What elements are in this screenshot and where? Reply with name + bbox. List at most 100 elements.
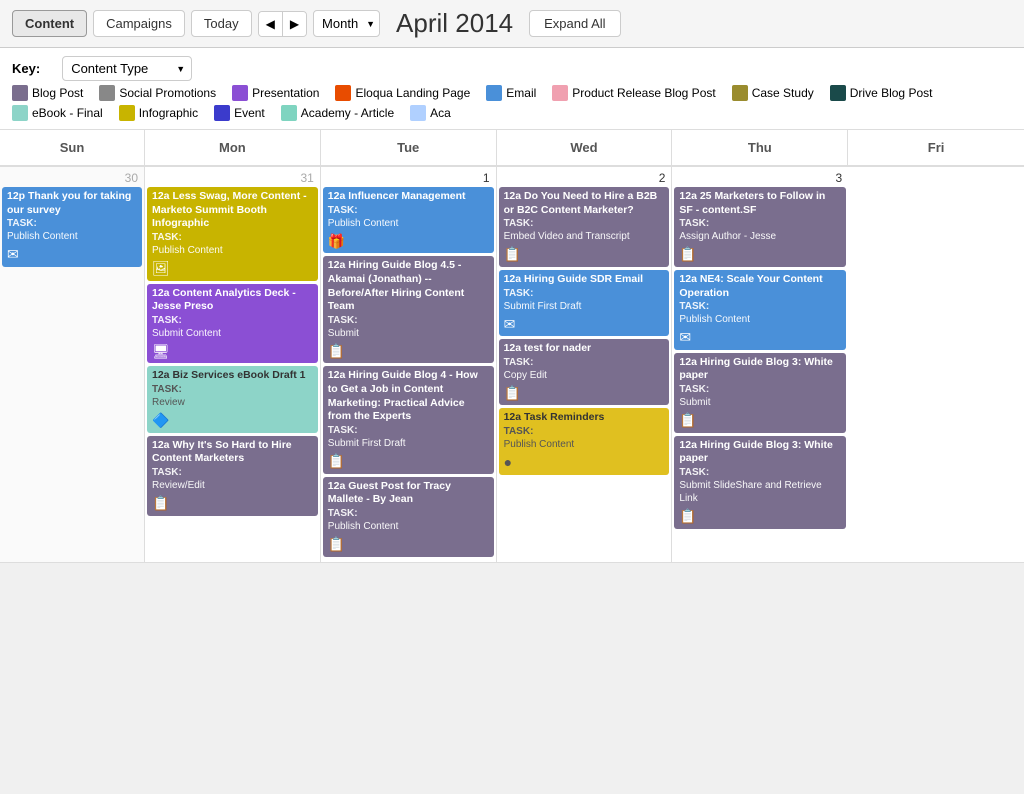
legend-event: Event — [214, 105, 265, 121]
prblog-label: Product Release Blog Post — [572, 86, 715, 100]
task-value: Embed Video and Transcript — [504, 230, 665, 243]
clipboard-icon: 📋 — [328, 535, 345, 553]
task-value: Submit — [679, 396, 841, 409]
event-time: 12a — [679, 356, 697, 368]
cell-thu-3[interactable]: 3 12a 25 Marketers to Follow in SF - con… — [672, 167, 848, 563]
aca-label: Aca — [430, 106, 451, 120]
event-title: NE4: Scale Your Content Operation — [679, 273, 822, 299]
drive-blog-swatch — [830, 85, 846, 101]
legend-drive-blog: Drive Blog Post — [830, 85, 933, 101]
task-value: Publish Content — [328, 520, 489, 533]
task-label: TASK: — [504, 287, 665, 300]
event-sdr-email[interactable]: 12a Hiring Guide SDR Email TASK: Submit … — [499, 270, 670, 336]
event-time: 12a — [152, 439, 170, 451]
cell-fri[interactable] — [848, 167, 1024, 563]
header-thu: Thu — [672, 130, 848, 165]
task-value: Assign Author - Jesse — [679, 230, 841, 243]
header-mon: Mon — [145, 130, 321, 165]
task-label: TASK: — [504, 217, 665, 230]
clipboard-icon: 📋 — [152, 494, 169, 512]
event-title: Why It's So Hard to Hire Content Markete… — [152, 439, 292, 465]
event-label: Event — [234, 106, 265, 120]
page-title: April 2014 — [396, 8, 513, 39]
event-hiring-blog-45[interactable]: 12a Hiring Guide Blog 4.5 - Akamai (Jona… — [323, 256, 494, 363]
aca-swatch — [410, 105, 426, 121]
academy-swatch — [281, 105, 297, 121]
clipboard-icon: 📋 — [504, 245, 521, 263]
event-time: 12a — [152, 287, 170, 299]
event-time: 12a — [504, 273, 522, 285]
diamond-icon: 🔷 — [152, 411, 169, 429]
social-swatch — [99, 85, 115, 101]
header-sun: Sun — [0, 130, 145, 165]
presentation-label: Presentation — [252, 86, 319, 100]
nav-arrows: ◀ ▶ — [258, 11, 307, 37]
task-label: TASK: — [328, 424, 489, 437]
campaigns-button[interactable]: Campaigns — [93, 10, 185, 37]
event-time: 12a — [328, 259, 346, 271]
email-icon: ✉ — [7, 245, 19, 263]
task-value: Publish Content — [7, 230, 137, 243]
date-wed: 2 — [499, 169, 670, 187]
eloqua-label: Eloqua Landing Page — [355, 86, 470, 100]
prev-button[interactable]: ◀ — [259, 12, 283, 36]
task-label: TASK: — [504, 425, 665, 438]
task-label: TASK: — [679, 383, 841, 396]
event-time: 12a — [152, 369, 170, 381]
email-icon: ✉ — [679, 328, 691, 346]
event-swatch — [214, 105, 230, 121]
header-fri: Fri — [848, 130, 1024, 165]
task-label: TASK: — [152, 314, 313, 327]
event-guest-post-tracy[interactable]: 12a Guest Post for Tracy Mallete - By Je… — [323, 477, 494, 557]
ebook-swatch — [12, 105, 28, 121]
event-swag[interactable]: 12a Less Swag, More Content - Marketo Su… — [147, 187, 318, 281]
cell-wed-2[interactable]: 2 12a Do You Need to Hire a B2B or B2C C… — [497, 167, 673, 563]
event-hiring-blog-4[interactable]: 12a Hiring Guide Blog 4 - How to Get a J… — [323, 366, 494, 473]
expand-all-button[interactable]: Expand All — [529, 10, 620, 37]
event-test-nader[interactable]: 12a test for nader TASK: Copy Edit 📋 — [499, 339, 670, 405]
event-b2b-b2c[interactable]: 12a Do You Need to Hire a B2B or B2C Con… — [499, 187, 670, 267]
legend-aca: Aca — [410, 105, 451, 121]
casestudy-label: Case Study — [752, 86, 814, 100]
calendar-header: Sun Mon Tue Wed Thu Fri — [0, 130, 1024, 167]
event-task-reminders[interactable]: 12a Task Reminders TASK: Publish Content… — [499, 408, 670, 474]
event-title: Content Analytics Deck - Jesse Preso — [152, 287, 296, 313]
event-hire-content[interactable]: 12a Why It's So Hard to Hire Content Mar… — [147, 436, 318, 516]
event-influencer[interactable]: 12a Influencer Management TASK: Publish … — [323, 187, 494, 253]
event-ebook-draft[interactable]: 12a Biz Services eBook Draft 1 TASK: Rev… — [147, 366, 318, 432]
today-button[interactable]: Today — [191, 10, 252, 37]
task-value: Review — [152, 396, 313, 409]
key-label: Key: — [12, 61, 40, 76]
social-label: Social Promotions — [119, 86, 216, 100]
clipboard-icon: 📋 — [328, 452, 345, 470]
task-value: Submit First Draft — [504, 300, 665, 313]
image-icon: 🖼 — [152, 259, 170, 277]
event-hiring-blog3-b[interactable]: 12a Hiring Guide Blog 3: White paper TAS… — [674, 436, 846, 529]
cell-mon-31[interactable]: 31 12a Less Swag, More Content - Marketo… — [145, 167, 321, 563]
task-value: Review/Edit — [152, 479, 313, 492]
casestudy-swatch — [732, 85, 748, 101]
month-select[interactable]: Month Week Day — [313, 10, 380, 37]
task-label: TASK: — [152, 466, 313, 479]
key-select[interactable]: Content Type — [62, 56, 192, 81]
event-analytics-deck[interactable]: 12a Content Analytics Deck - Jesse Preso… — [147, 284, 318, 364]
content-button[interactable]: Content — [12, 10, 87, 37]
gift-icon: 🎁 — [328, 232, 345, 250]
event-time: 12a — [328, 190, 346, 202]
event-title: Guest Post for Tracy Mallete - By Jean — [328, 480, 451, 506]
cell-sun-30[interactable]: 30 12p Thank you for taking our survey T… — [0, 167, 145, 563]
event-title: Biz Services eBook Draft 1 — [172, 369, 305, 381]
event-25-marketers[interactable]: 12a 25 Marketers to Follow in SF - conte… — [674, 187, 846, 267]
event-time: 12a — [679, 273, 697, 285]
event-title: Less Swag, More Content - Marketo Summit… — [152, 190, 307, 229]
cell-tue-1[interactable]: 1 12a Influencer Management TASK: Publis… — [321, 167, 497, 563]
event-time: 12a — [679, 190, 697, 202]
legend-blog-post: Blog Post — [12, 85, 83, 101]
next-button[interactable]: ▶ — [283, 12, 306, 36]
event-ne4-scale[interactable]: 12a NE4: Scale Your Content Operation TA… — [674, 270, 846, 350]
event-survey[interactable]: 12p Thank you for taking our survey TASK… — [2, 187, 142, 267]
task-label: TASK: — [679, 217, 841, 230]
event-hiring-blog3-a[interactable]: 12a Hiring Guide Blog 3: White paper TAS… — [674, 353, 846, 433]
event-title: Do You Need to Hire a B2B or B2C Content… — [504, 190, 658, 216]
legend-social: Social Promotions — [99, 85, 216, 101]
